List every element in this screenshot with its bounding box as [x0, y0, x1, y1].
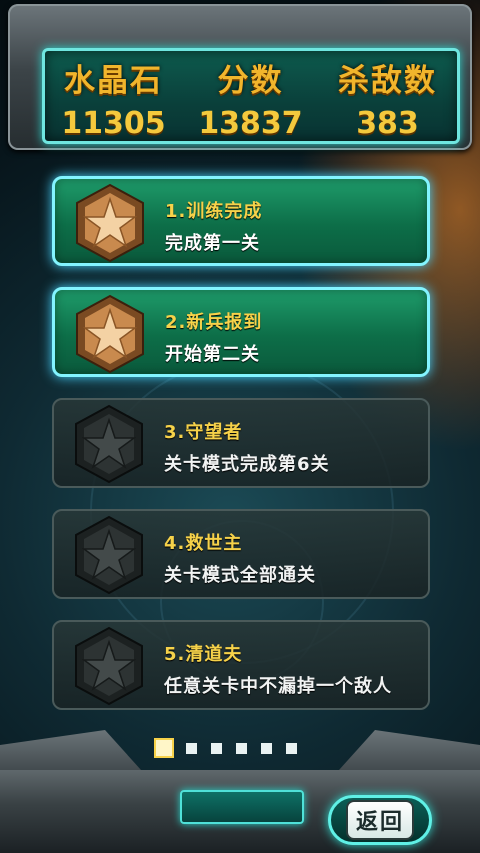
back-button[interactable]: 返回 [328, 795, 432, 845]
console-light-strip [180, 790, 304, 824]
achievement-card-4[interactable]: 4.救世主 关卡模式全部通关 [52, 509, 430, 599]
page-dot[interactable] [236, 742, 247, 754]
crystals-label: 水晶石 [64, 63, 163, 99]
page-dot[interactable] [211, 742, 222, 754]
page-indicator [154, 736, 311, 760]
bronze-star-badge-icon [76, 294, 144, 374]
locked-star-badge-icon [75, 626, 143, 706]
locked-star-badge-icon [75, 404, 143, 484]
achievement-description: 完成第一关 [165, 233, 260, 254]
achievement-description: 开始第二关 [165, 344, 260, 365]
score-label: 分数 [217, 63, 284, 99]
score-value: 13837 [198, 106, 303, 141]
achievement-card-5[interactable]: 5.清道夫 任意关卡中不漏掉一个敌人 [52, 620, 430, 710]
locked-star-badge-icon [75, 515, 143, 595]
kills-value: 383 [356, 106, 419, 141]
achievement-description: 关卡模式全部通关 [164, 565, 316, 586]
bronze-star-badge-icon [76, 183, 144, 263]
achievement-description: 任意关卡中不漏掉一个敌人 [164, 676, 392, 697]
achievement-title: 1.训练完成 [165, 201, 263, 222]
back-button-label: 返回 [345, 800, 414, 840]
stat-kills: 杀敌数 383 [319, 51, 456, 141]
page-dot[interactable] [286, 742, 297, 754]
page-dot[interactable] [261, 742, 272, 754]
kills-label: 杀敌数 [338, 63, 437, 99]
achievement-title: 5.清道夫 [164, 644, 243, 665]
stats-display: 水晶石 11305 分数 13837 杀敌数 383 [42, 48, 460, 144]
stats-header-panel: 水晶石 11305 分数 13837 杀敌数 383 [8, 4, 472, 150]
achievement-card-1[interactable]: 1.训练完成 完成第一关 [52, 176, 430, 266]
stat-crystals: 水晶石 11305 [45, 51, 182, 141]
page-dot-active[interactable] [154, 738, 174, 758]
achievement-title: 2.新兵报到 [165, 312, 263, 333]
achievement-title: 4.救世主 [164, 533, 243, 554]
achievement-card-3[interactable]: 3.守望者 关卡模式完成第6关 [52, 398, 430, 488]
stat-score: 分数 13837 [182, 51, 319, 141]
crystals-value: 11305 [61, 106, 166, 141]
page-dot[interactable] [186, 742, 197, 754]
achievement-card-2[interactable]: 2.新兵报到 开始第二关 [52, 287, 430, 377]
achievement-description: 关卡模式完成第6关 [164, 454, 330, 475]
achievement-title: 3.守望者 [164, 422, 243, 443]
